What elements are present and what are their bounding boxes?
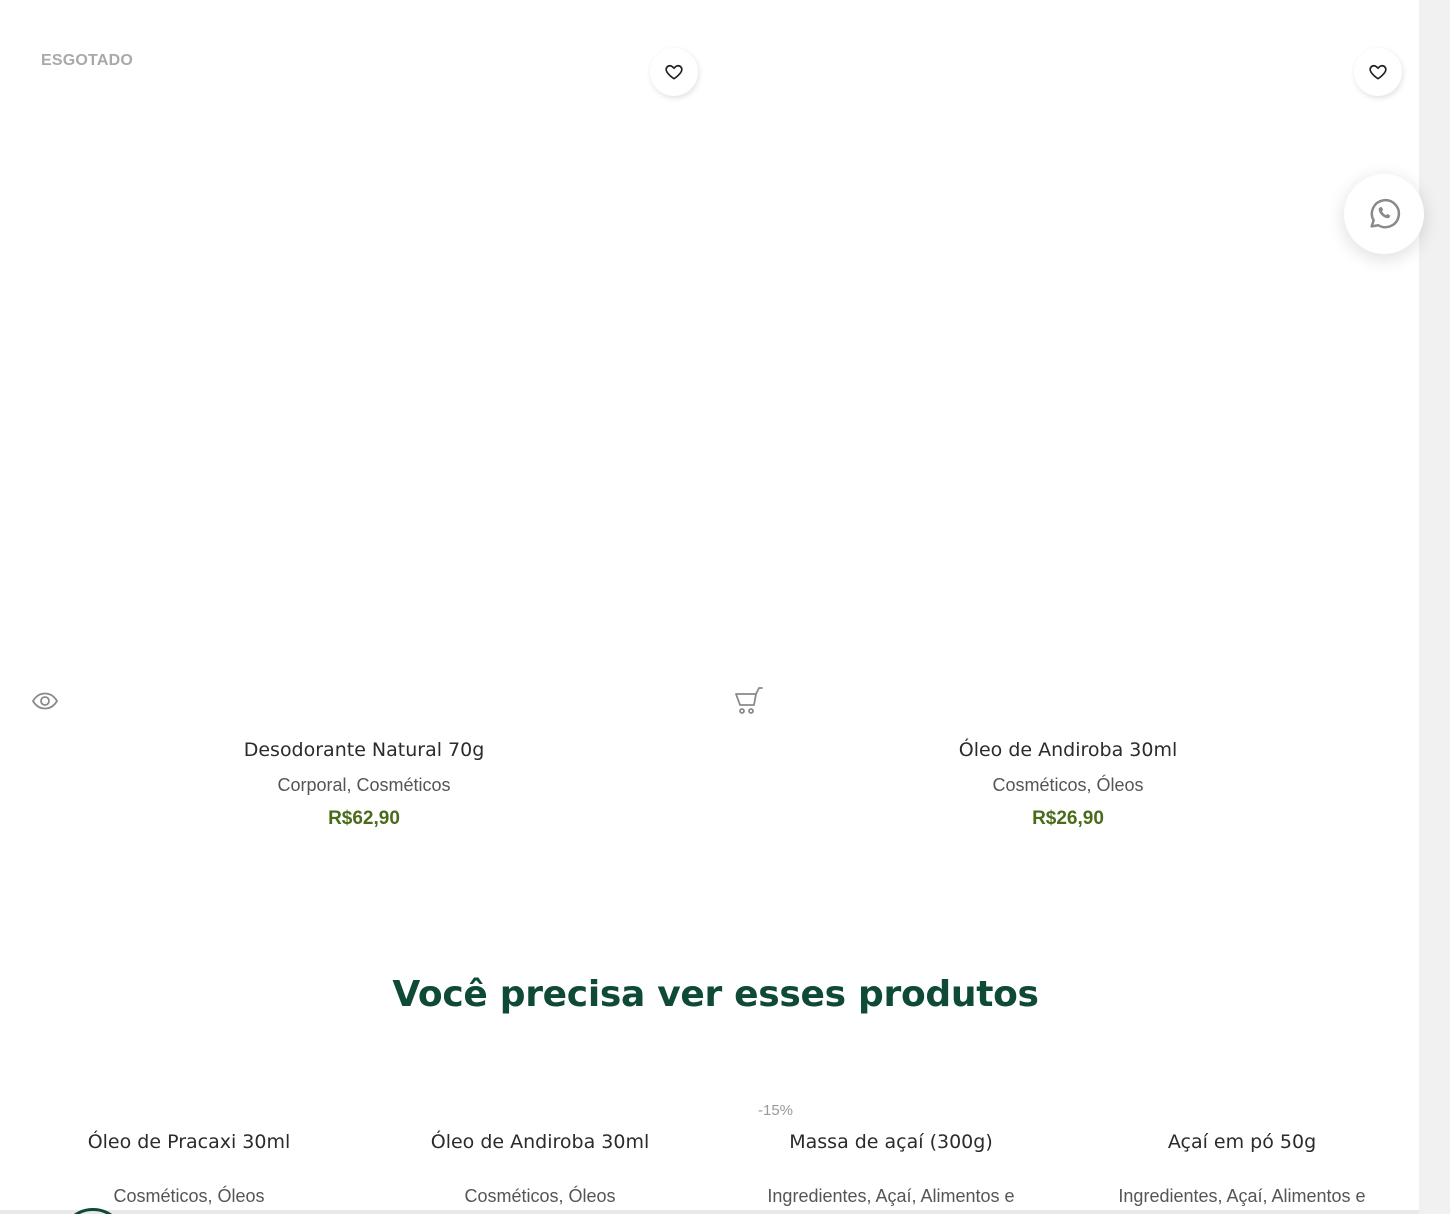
related-product-card[interactable]: Açaí em pó 50g Ingredientes, Açaí, Alime…: [1072, 1131, 1412, 1207]
product-card[interactable]: Desodorante Natural 70g Corporal, Cosmét…: [164, 739, 564, 830]
product-categories[interactable]: Cosméticos, Óleos: [370, 1186, 710, 1207]
section-title: Você precisa ver esses produtos: [392, 974, 1039, 1015]
soldout-badge: ESGOTADO: [41, 52, 133, 69]
product-categories[interactable]: Cosméticos, Óleos: [19, 1186, 359, 1207]
related-product-card[interactable]: Óleo de Andiroba 30ml Cosméticos, Óleos: [370, 1131, 710, 1207]
bottom-toolbar: [0, 1210, 1419, 1214]
product-categories[interactable]: Cosméticos, Óleos: [868, 775, 1268, 796]
related-product-card[interactable]: Massa de açaí (300g) Ingredientes, Açaí,…: [721, 1131, 1061, 1207]
discount-badge: -15%: [758, 1102, 794, 1119]
whatsapp-button[interactable]: [1344, 174, 1424, 254]
product-name[interactable]: Óleo de Andiroba 30ml: [370, 1131, 710, 1153]
product-price: R$26,90: [1032, 808, 1104, 829]
related-product-card[interactable]: Óleo de Pracaxi 30ml Cosméticos, Óleos: [19, 1131, 359, 1207]
wishlist-button[interactable]: [650, 48, 698, 96]
product-name[interactable]: Açaí em pó 50g: [1072, 1131, 1412, 1153]
heart-icon: [1369, 64, 1387, 80]
product-name[interactable]: Óleo de Andiroba 30ml: [868, 739, 1268, 761]
product-price: R$62,90: [328, 808, 400, 829]
product-name[interactable]: Desodorante Natural 70g: [164, 739, 564, 761]
product-categories[interactable]: Ingredientes, Açaí, Alimentos e: [1072, 1186, 1412, 1207]
product-name[interactable]: Óleo de Pracaxi 30ml: [19, 1131, 359, 1153]
wishlist-button[interactable]: [1354, 48, 1402, 96]
heart-icon: [665, 64, 683, 80]
cart-icon[interactable]: [733, 686, 765, 716]
product-card[interactable]: Óleo de Andiroba 30ml Cosméticos, Óleos …: [868, 739, 1268, 830]
product-name[interactable]: Massa de açaí (300g): [721, 1131, 1061, 1153]
whatsapp-icon: [1370, 199, 1401, 229]
page-scrollbar[interactable]: [1419, 0, 1450, 1214]
product-categories[interactable]: Ingredientes, Açaí, Alimentos e: [721, 1186, 1061, 1207]
eye-icon[interactable]: [31, 689, 59, 713]
product-categories[interactable]: Corporal, Cosméticos: [164, 775, 564, 796]
